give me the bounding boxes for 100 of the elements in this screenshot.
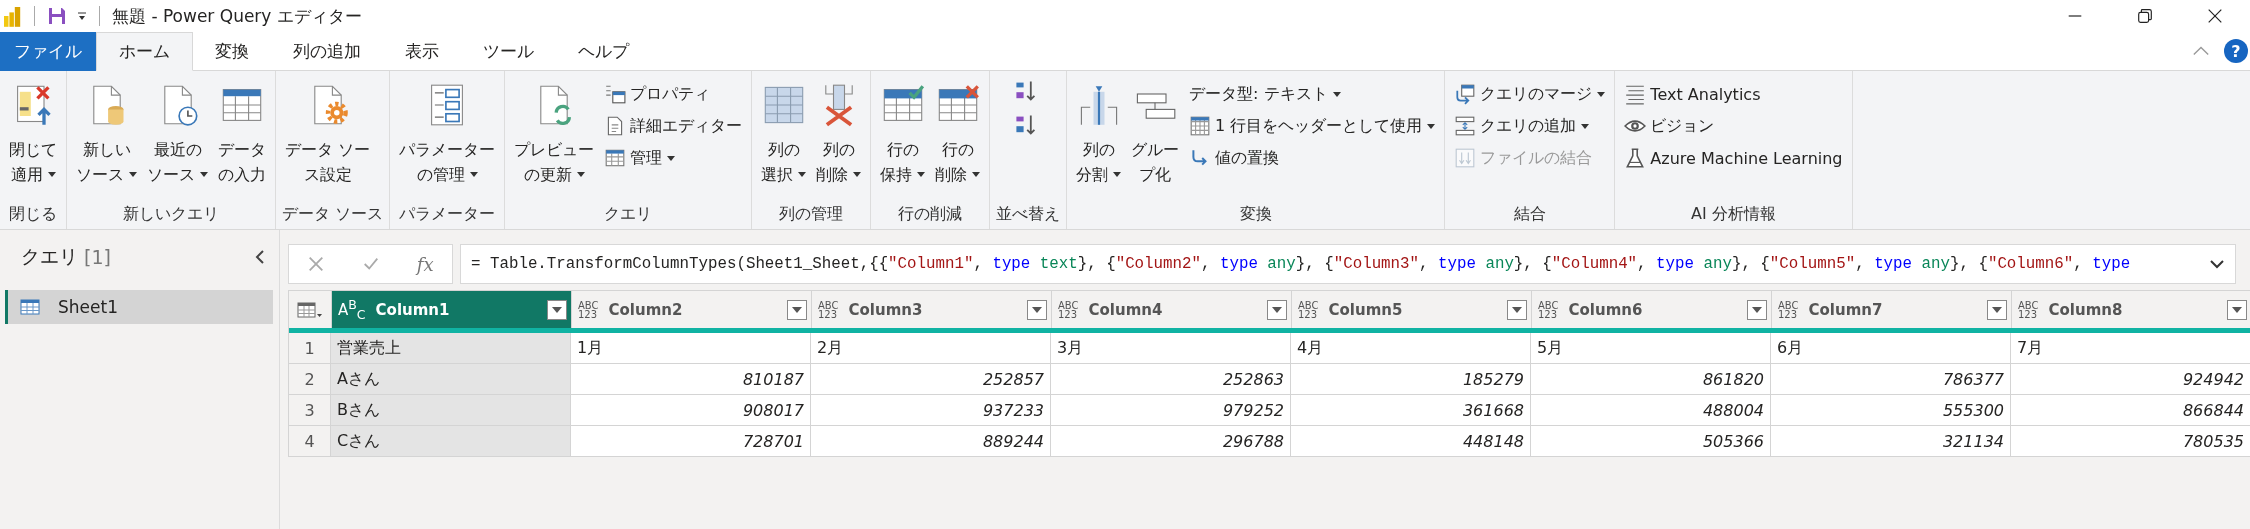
ribbon-button[interactable]: データ の入力 [215,77,269,204]
ribbon-button[interactable]: 管理 [601,143,746,173]
caret-icon [1597,91,1606,97]
ribbon-tab[interactable]: ヘルプ [556,32,651,71]
save-icon[interactable] [47,6,67,26]
ribbon-button[interactable]: Azure Machine Learning [1621,143,1846,173]
ribbon-button[interactable]: プレビュー の更新 [511,77,598,204]
caret-icon [972,172,981,177]
table-cell: 555300 [1771,395,2011,426]
caret-icon [798,172,807,177]
properties-icon [604,83,627,105]
table-merge-icon [1454,83,1477,105]
group-label: 変換 [1238,204,1273,225]
collapse-ribbon-icon[interactable] [2192,45,2210,57]
ribbon-button[interactable]: パラメーター の管理 [396,77,499,204]
ribbon-button[interactable]: データ型: テキスト [1186,79,1439,109]
ribbon-tab[interactable]: ホーム [96,32,193,71]
ribbon-button[interactable]: 列の 削除 [813,77,865,204]
table-cell: 2月 [811,333,1051,364]
ribbon-button[interactable]: ビジョン [1621,111,1846,141]
filter-button[interactable] [1267,299,1287,320]
ribbon-button[interactable]: 列の 分割 [1073,77,1125,204]
data-type-icon[interactable]: ABC 123 [818,300,839,319]
caret-icon [1752,306,1762,313]
table-cell: 252857 [811,364,1051,395]
ribbon-button[interactable]: クエリの追加 [1451,111,1609,141]
caret-icon [917,172,926,177]
expand-icon[interactable] [2209,259,2225,269]
table-cell: 6月 [1771,333,2011,364]
panel-title: クエリ [21,244,78,269]
data-type-icon[interactable]: ABC 123 [1058,300,1079,319]
table-cell: Cさん [331,426,571,457]
filter-button[interactable] [1987,299,2007,320]
table-cell: 937233 [811,395,1051,426]
ribbon-button[interactable]: クエリのマージ [1451,79,1609,109]
column-header[interactable]: A$^{B}$$_{C}$ Column1 [332,291,572,328]
group-label: 行の削減 [897,204,964,225]
ribbon-button[interactable]: 値の置換 [1186,143,1439,173]
filter-button[interactable] [787,299,807,320]
customize-caret-icon[interactable] [77,11,87,21]
ribbon-button[interactable]: 最近の ソース [144,77,211,204]
check-icon[interactable] [362,255,381,273]
group-label: 閉じる [8,204,58,225]
caret-icon [1427,123,1436,129]
filter-button[interactable] [2227,299,2247,320]
ribbon-tab[interactable]: ファイル [0,32,96,71]
restore-icon[interactable] [2136,7,2154,25]
insert-function-button[interactable]: fx [416,253,434,275]
table-cell: 810187 [571,364,811,395]
row-number: 2 [289,364,331,395]
filter-button[interactable] [1507,299,1527,320]
ribbon-tab[interactable]: 列の追加 [271,32,383,71]
ribbon-button[interactable]: Text Analytics [1621,79,1846,109]
filter-button[interactable] [1027,299,1047,320]
formula-input[interactable]: = Table.TransformColumnTypes(Sheet1_Sheet,{{"Column1", type text}, {"Column2", type any}, {"Column3", type any}, {"Column4", type any}, {"Column5", type any}, {"Column6", type [460,244,2236,284]
data-type-icon[interactable]: ABC 123 [1298,300,1319,319]
table-cell: 4月 [1291,333,1531,364]
ribbon-button[interactable]: 閉じて 適用 [6,77,60,204]
close-icon[interactable] [2206,7,2224,25]
filter-button[interactable] [1747,299,1767,320]
ribbon-button[interactable]: 詳細エディター [601,111,746,141]
table-caret-icon [297,300,323,319]
ribbon-button[interactable]: 列の 選択 [758,77,810,204]
caret-icon [1113,172,1122,177]
data-type-icon[interactable]: ABC 123 [2018,300,2039,319]
ribbon-button[interactable]: プロパティ [601,79,746,109]
column-name: Column3 [848,300,923,319]
flask-icon [1624,147,1647,169]
data-type-icon[interactable]: ABC 123 [578,300,599,319]
table-cell: 7月 [2011,333,2250,364]
query-item[interactable]: Sheet1 [5,290,273,324]
table-icon [20,299,40,315]
column-name: Column5 [1328,300,1403,319]
table-append-icon [1454,115,1477,137]
collapse-icon[interactable] [255,249,265,265]
ribbon-button[interactable]: 行の 削除 [932,77,984,204]
data-type-icon[interactable]: ABC 123 [1778,300,1799,319]
table-cell: Aさん [331,364,571,395]
caret-icon [1992,306,2002,313]
ribbon-button[interactable]: 1 行目をヘッダーとして使用 [1186,111,1439,141]
help-button[interactable]: ? [2224,39,2248,63]
group-label: 並べ替え [996,204,1061,225]
ribbon-tab[interactable]: ツール [461,32,556,71]
table-cell: 728701 [571,426,811,457]
table-cell: 889244 [811,426,1051,457]
ribbon-button[interactable]: データ ソー ス設定 [282,77,374,204]
table-icon [1189,115,1212,137]
group-label: パラメーター [398,204,497,225]
combine-files-icon [1454,147,1477,169]
ribbon-tab[interactable]: 変換 [193,32,271,71]
group-label: 新しいクエリ [122,204,220,225]
ribbon-tab[interactable]: 表示 [383,32,461,71]
data-type-icon[interactable]: ABC 123 [1538,300,1559,319]
ribbon-button[interactable]: 新しい ソース [73,77,140,204]
table-cell: 361668 [1291,395,1531,426]
ribbon-button[interactable]: グルー プ化 [1128,77,1183,204]
group-label: クエリ [603,204,654,225]
caret-icon [792,306,802,313]
ribbon-button[interactable]: 行の 保持 [877,77,929,204]
filter-button[interactable] [547,299,567,320]
